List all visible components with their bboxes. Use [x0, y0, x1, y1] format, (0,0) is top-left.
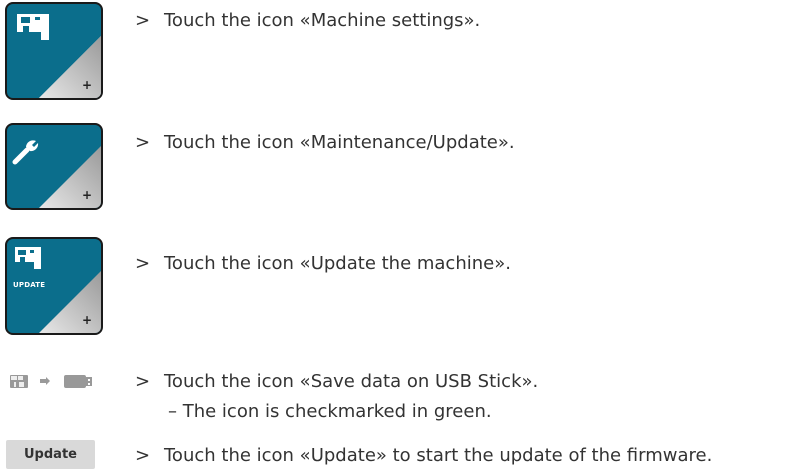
- sewing-machine-icon: [15, 247, 41, 269]
- step-5-text: Touch the icon «Update» to start the upd…: [164, 445, 713, 466]
- update-machine-tile[interactable]: UPDATE +: [5, 237, 103, 335]
- step-3-arrow: >: [135, 253, 151, 274]
- step-4-arrow: >: [135, 371, 151, 392]
- step-2-arrow: >: [135, 132, 151, 153]
- step-4-text: Touch the icon «Save data on USB Stick».: [164, 371, 539, 392]
- step-5-arrow: >: [135, 445, 151, 466]
- update-button[interactable]: Update: [6, 440, 95, 469]
- machine-settings-tile[interactable]: +: [5, 2, 103, 100]
- step-1-arrow: >: [135, 10, 151, 31]
- expand-corner-icon: +: [39, 36, 101, 98]
- step-2-text: Touch the icon «Maintenance/Update».: [164, 132, 515, 153]
- step-3-text: Touch the icon «Update the machine».: [164, 253, 511, 274]
- svg-text:+: +: [82, 313, 92, 327]
- svg-text:+: +: [82, 78, 92, 92]
- step-4-result: – The icon is checkmarked in green.: [168, 401, 492, 422]
- expand-corner-icon: +: [39, 271, 101, 333]
- svg-text:+: +: [82, 188, 92, 202]
- wrench-icon: [12, 140, 39, 165]
- save-to-usb-icon[interactable]: [8, 372, 96, 390]
- step-1-text: Touch the icon «Machine settings».: [164, 10, 481, 31]
- maintenance-update-tile[interactable]: +: [5, 123, 103, 210]
- expand-corner-icon: +: [39, 146, 101, 208]
